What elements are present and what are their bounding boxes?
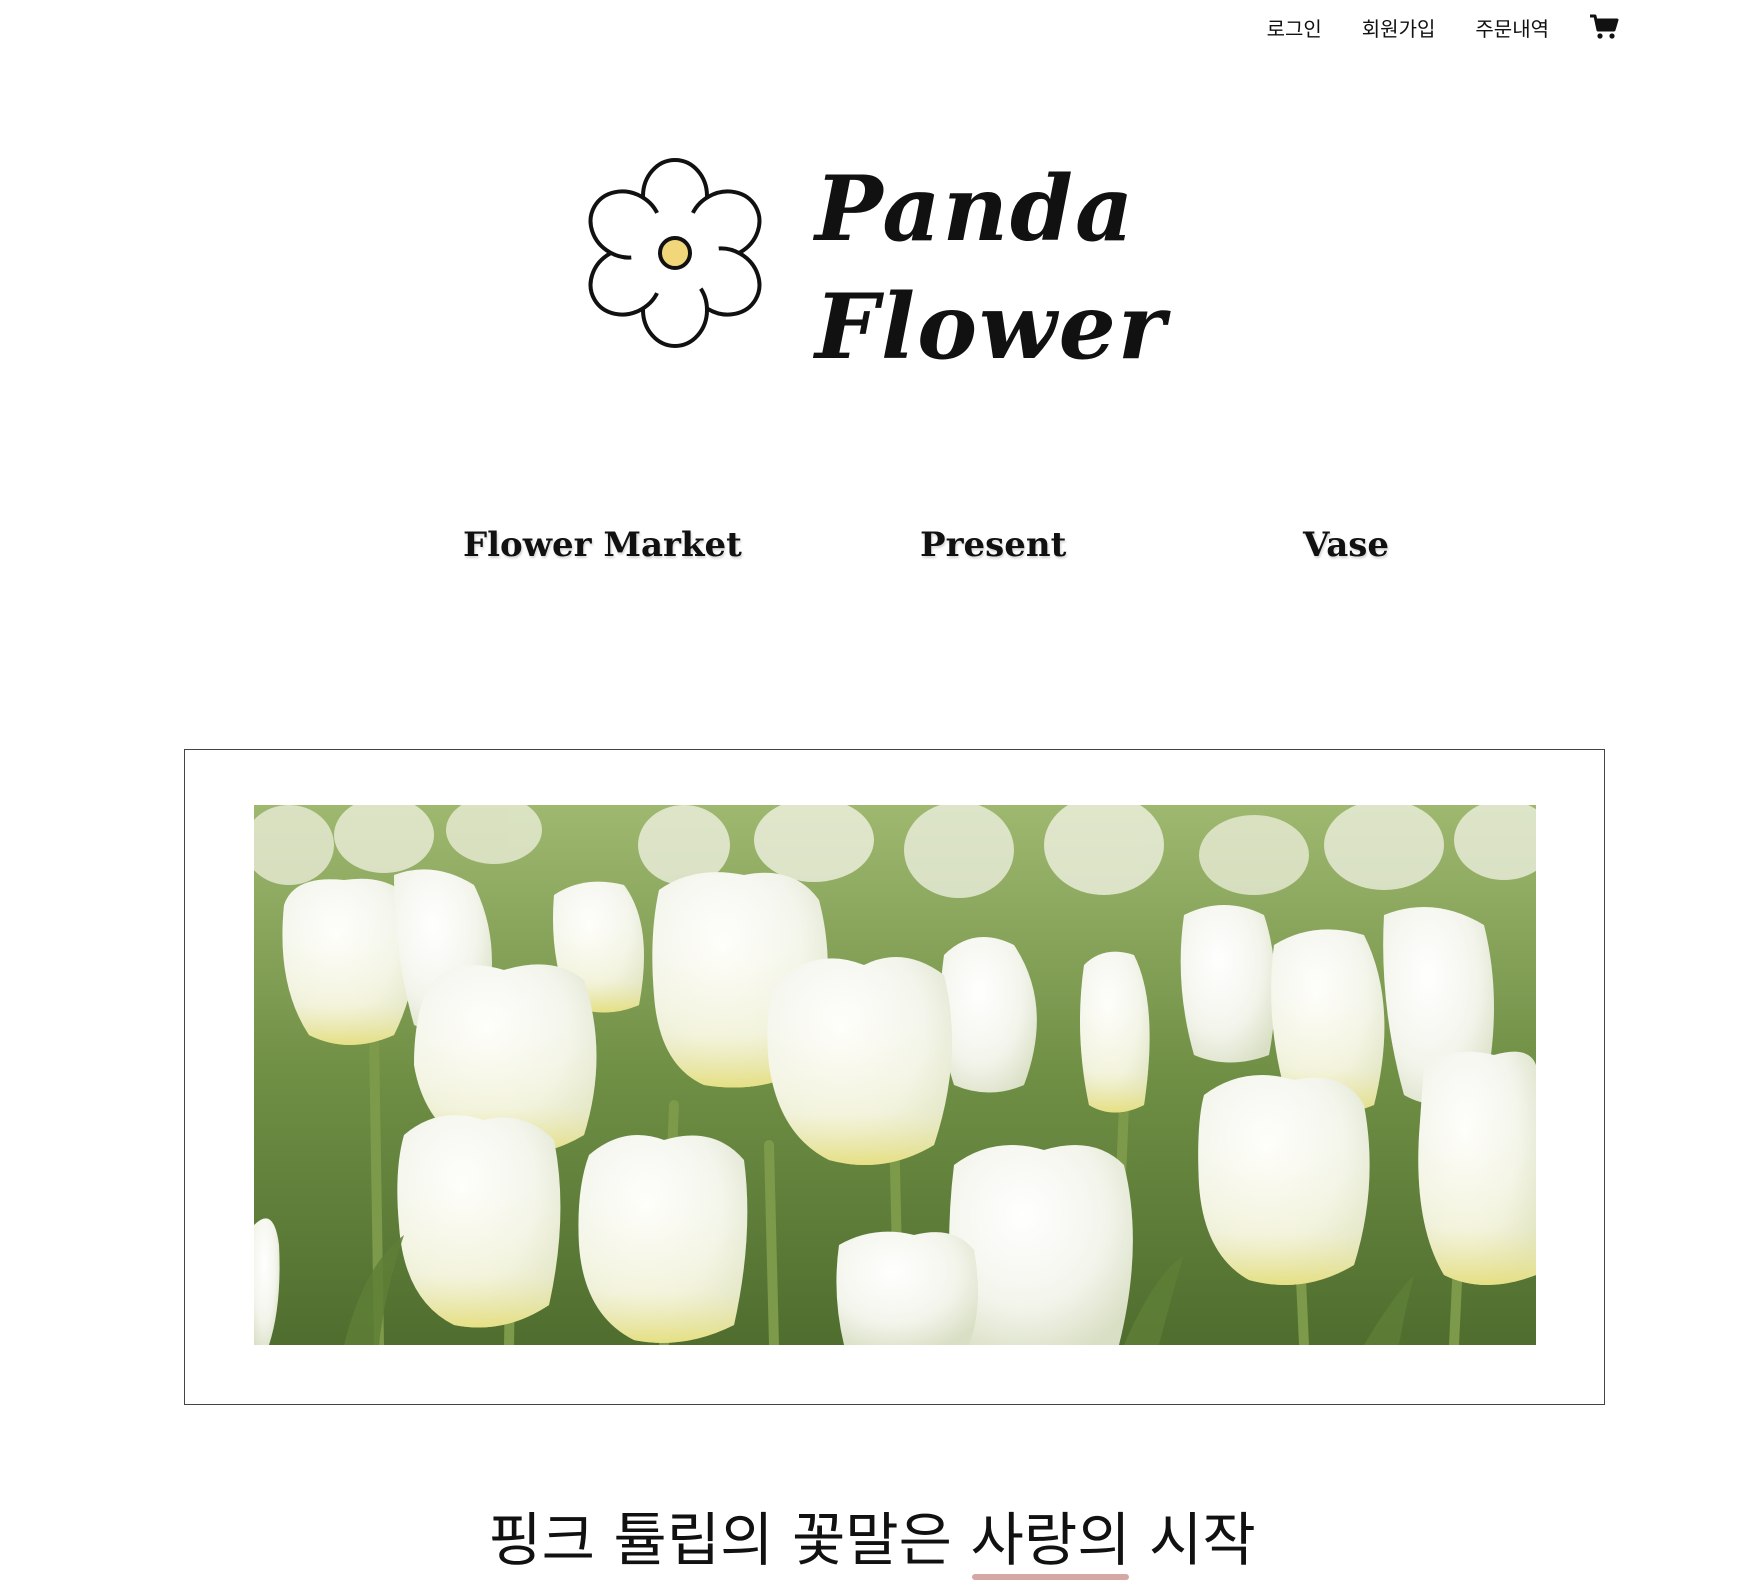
nav-vase[interactable]: Vase [1303,520,1389,570]
headline-text: 핑크 튤립의 꽃말은 [488,1506,971,1574]
logo-line-1: Panda [815,156,1136,262]
white-tulips-image[interactable] [254,805,1536,1345]
site-logo[interactable]: Panda Flower [575,150,1175,380]
nav-present[interactable]: Present [920,520,1066,570]
nav-flower-market[interactable]: Flower Market [463,520,742,570]
logo-line-2: Flower [815,274,1168,380]
signup-link[interactable]: 회원가입 [1362,13,1436,42]
headline-highlight: 사랑의 [970,1500,1131,1580]
utility-nav: 로그인 회원가입 주문내역 [1267,12,1619,42]
order-history-link[interactable]: 주문내역 [1475,13,1549,42]
logo-wordmark: Panda Flower [815,150,1167,386]
login-link[interactable]: 로그인 [1267,13,1322,42]
daisy-flower-icon [575,158,775,348]
main-nav: Flower Market Present Vase [0,520,1744,570]
headline-text-end: 시작 [1130,1506,1256,1574]
hero-banner [184,749,1605,1405]
headline: 핑크 튤립의 꽃말은 사랑의 시작 [0,1500,1744,1580]
shopping-cart-icon[interactable] [1589,12,1619,42]
